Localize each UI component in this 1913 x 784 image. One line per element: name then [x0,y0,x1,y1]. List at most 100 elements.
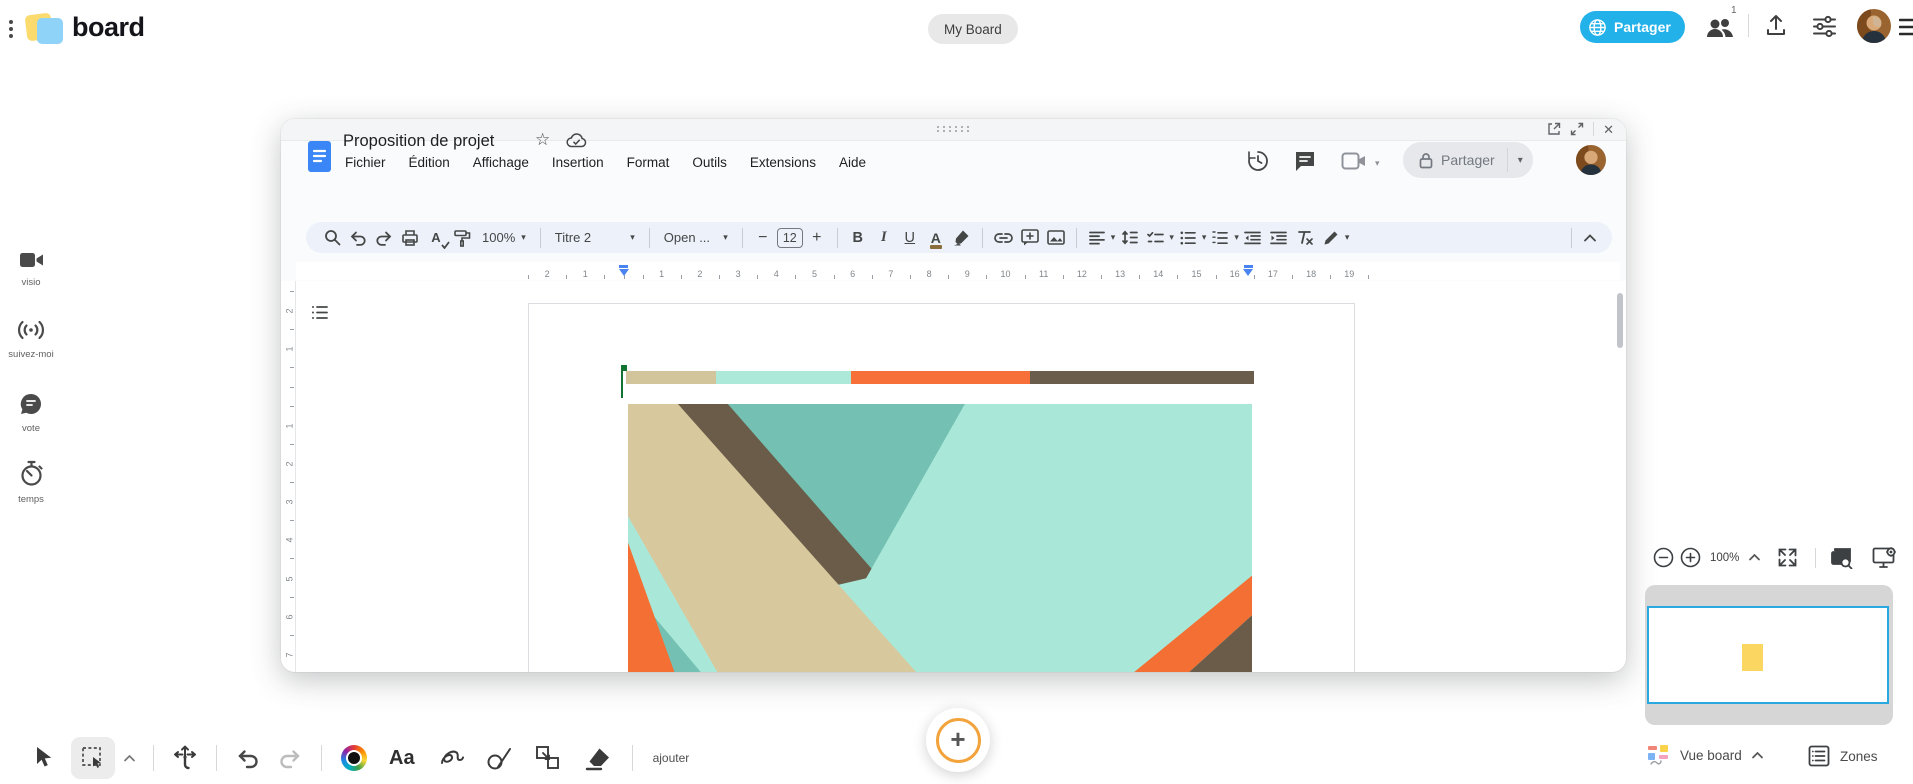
add-button[interactable]: + [926,708,990,772]
ruler-margin-marker[interactable] [1243,269,1253,276]
docs-title[interactable]: Proposition de projet [343,132,494,151]
redo-button[interactable] [269,748,312,769]
zoom-chevron-icon[interactable] [1745,554,1764,561]
sidebar-item-suivez-moi[interactable]: suivez-moi [0,318,62,360]
page-image[interactable] [628,404,1252,672]
minimap[interactable] [1645,585,1893,725]
caret-down-icon[interactable]: ▾ [1111,232,1116,243]
color-picker-tool[interactable] [331,745,377,771]
app-logo[interactable]: board [26,12,206,48]
spellcheck-icon[interactable]: A [424,225,448,251]
zoom-in-button[interactable] [1677,547,1704,568]
cloud-saved-icon[interactable] [566,132,587,148]
checklist-icon[interactable] [1143,225,1167,251]
text-tool[interactable]: Aa [377,747,427,770]
docs-menu-item[interactable]: Édition [407,153,452,172]
docs-menu-item[interactable]: Affichage [471,153,531,172]
undo-button[interactable] [226,748,269,769]
board-view-switcher[interactable]: Vue board [1648,745,1763,765]
shape-tool[interactable] [475,746,524,771]
decrease-font-size-button[interactable]: − [751,225,775,251]
share-button[interactable]: Partager [1580,11,1685,43]
app-menu-kebab-icon[interactable] [9,17,13,41]
zoom-select[interactable]: 100%▾ [476,230,532,245]
move-tool[interactable] [163,744,207,772]
zoom-level[interactable]: 100% [1704,552,1745,564]
presentation-settings-icon[interactable] [1864,546,1905,569]
search-icon[interactable] [320,225,344,251]
caret-down-icon[interactable]: ▾ [1234,232,1239,243]
sidebar-item-visio[interactable]: visio [0,250,62,288]
docs-menu-item[interactable]: Fichier [343,153,388,172]
collapse-toolbar-icon[interactable] [1578,225,1602,251]
underline-button[interactable]: U [898,225,922,251]
font-size-input[interactable]: 12 [777,228,803,248]
eraser-tool[interactable] [572,746,622,771]
draw-tool[interactable] [427,746,475,770]
highlighter-icon[interactable] [950,225,974,251]
video-call-icon[interactable] [1341,152,1367,170]
view-chevron-icon[interactable] [1752,752,1763,759]
line-spacing-icon[interactable] [1117,225,1141,251]
board-tab[interactable]: My Board [928,14,1018,44]
sidebar-item-temps[interactable]: temps [0,460,62,505]
decrease-indent-icon[interactable] [1241,225,1265,251]
add-comment-icon[interactable] [1018,225,1042,251]
docs-menu-item[interactable]: Aide [837,153,868,172]
ruler-indent-marker[interactable] [619,265,628,268]
export-button[interactable] [1764,13,1788,39]
clear-formatting-icon[interactable] [1293,225,1317,251]
zones-button[interactable]: Zones [1806,745,1878,767]
caret-down-icon[interactable]: ▾ [1169,232,1174,243]
expand-window-icon[interactable] [1570,122,1584,136]
caret-down-icon[interactable]: ▾ [1508,155,1533,166]
docs-share-button[interactable]: Partager ▾ [1403,142,1533,178]
docs-menu-item[interactable]: Insertion [550,153,606,172]
docs-menu-item[interactable]: Outils [690,153,729,172]
docs-menu-item[interactable]: Extensions [748,153,818,172]
fit-screen-icon[interactable] [1764,548,1811,567]
zoom-out-button[interactable] [1650,547,1677,568]
collaborators-button[interactable] [1705,15,1735,41]
docs-user-avatar[interactable] [1576,145,1606,175]
docs-menu-item[interactable]: Format [625,153,672,172]
pen-mode-icon[interactable] [1319,225,1343,251]
close-window-icon[interactable]: ✕ [1603,123,1614,136]
minimap-viewport[interactable] [1647,606,1889,704]
ruler-margin-marker[interactable] [619,269,629,276]
bulleted-list-icon[interactable] [1176,225,1200,251]
caret-down-icon[interactable]: ▾ [1202,232,1207,243]
settings-sliders-icon[interactable] [1811,14,1838,39]
increase-indent-icon[interactable] [1267,225,1291,251]
ruler-indent-marker[interactable] [1244,265,1253,268]
marquee-select-tool[interactable] [71,737,115,779]
star-icon[interactable]: ☆ [535,130,550,150]
text-color-button[interactable]: A [924,225,948,251]
user-avatar[interactable] [1857,9,1891,43]
edge-menu-icon[interactable] [1899,17,1913,37]
numbered-list-icon[interactable] [1208,225,1232,251]
document-page[interactable] [528,303,1355,672]
paragraph-style-select[interactable]: Titre 2▾ [549,230,641,245]
add-menu-label[interactable]: ajouter [643,751,700,765]
version-history-icon[interactable] [1246,149,1270,173]
increase-font-size-button[interactable]: + [805,225,829,251]
redo-icon[interactable] [372,225,396,251]
comments-icon[interactable] [1293,149,1317,173]
tool-expand-chevron[interactable] [115,755,144,762]
frames-search-icon[interactable] [1820,546,1864,569]
font-select[interactable]: Open ...▾ [658,230,734,245]
docs-scrollbar[interactable] [1617,293,1623,348]
insert-link-icon[interactable] [991,225,1016,251]
align-icon[interactable] [1085,225,1109,251]
open-in-new-icon[interactable] [1547,122,1561,136]
duplicate-tool[interactable] [524,745,572,771]
paint-format-icon[interactable] [450,225,474,251]
select-cursor-tool[interactable] [24,746,63,770]
print-icon[interactable] [398,225,422,251]
document-outline-icon[interactable] [311,305,328,320]
insert-image-icon[interactable] [1044,225,1068,251]
drag-handle[interactable] [937,126,971,132]
bold-button[interactable]: B [846,225,870,251]
italic-button[interactable]: I [872,225,896,251]
